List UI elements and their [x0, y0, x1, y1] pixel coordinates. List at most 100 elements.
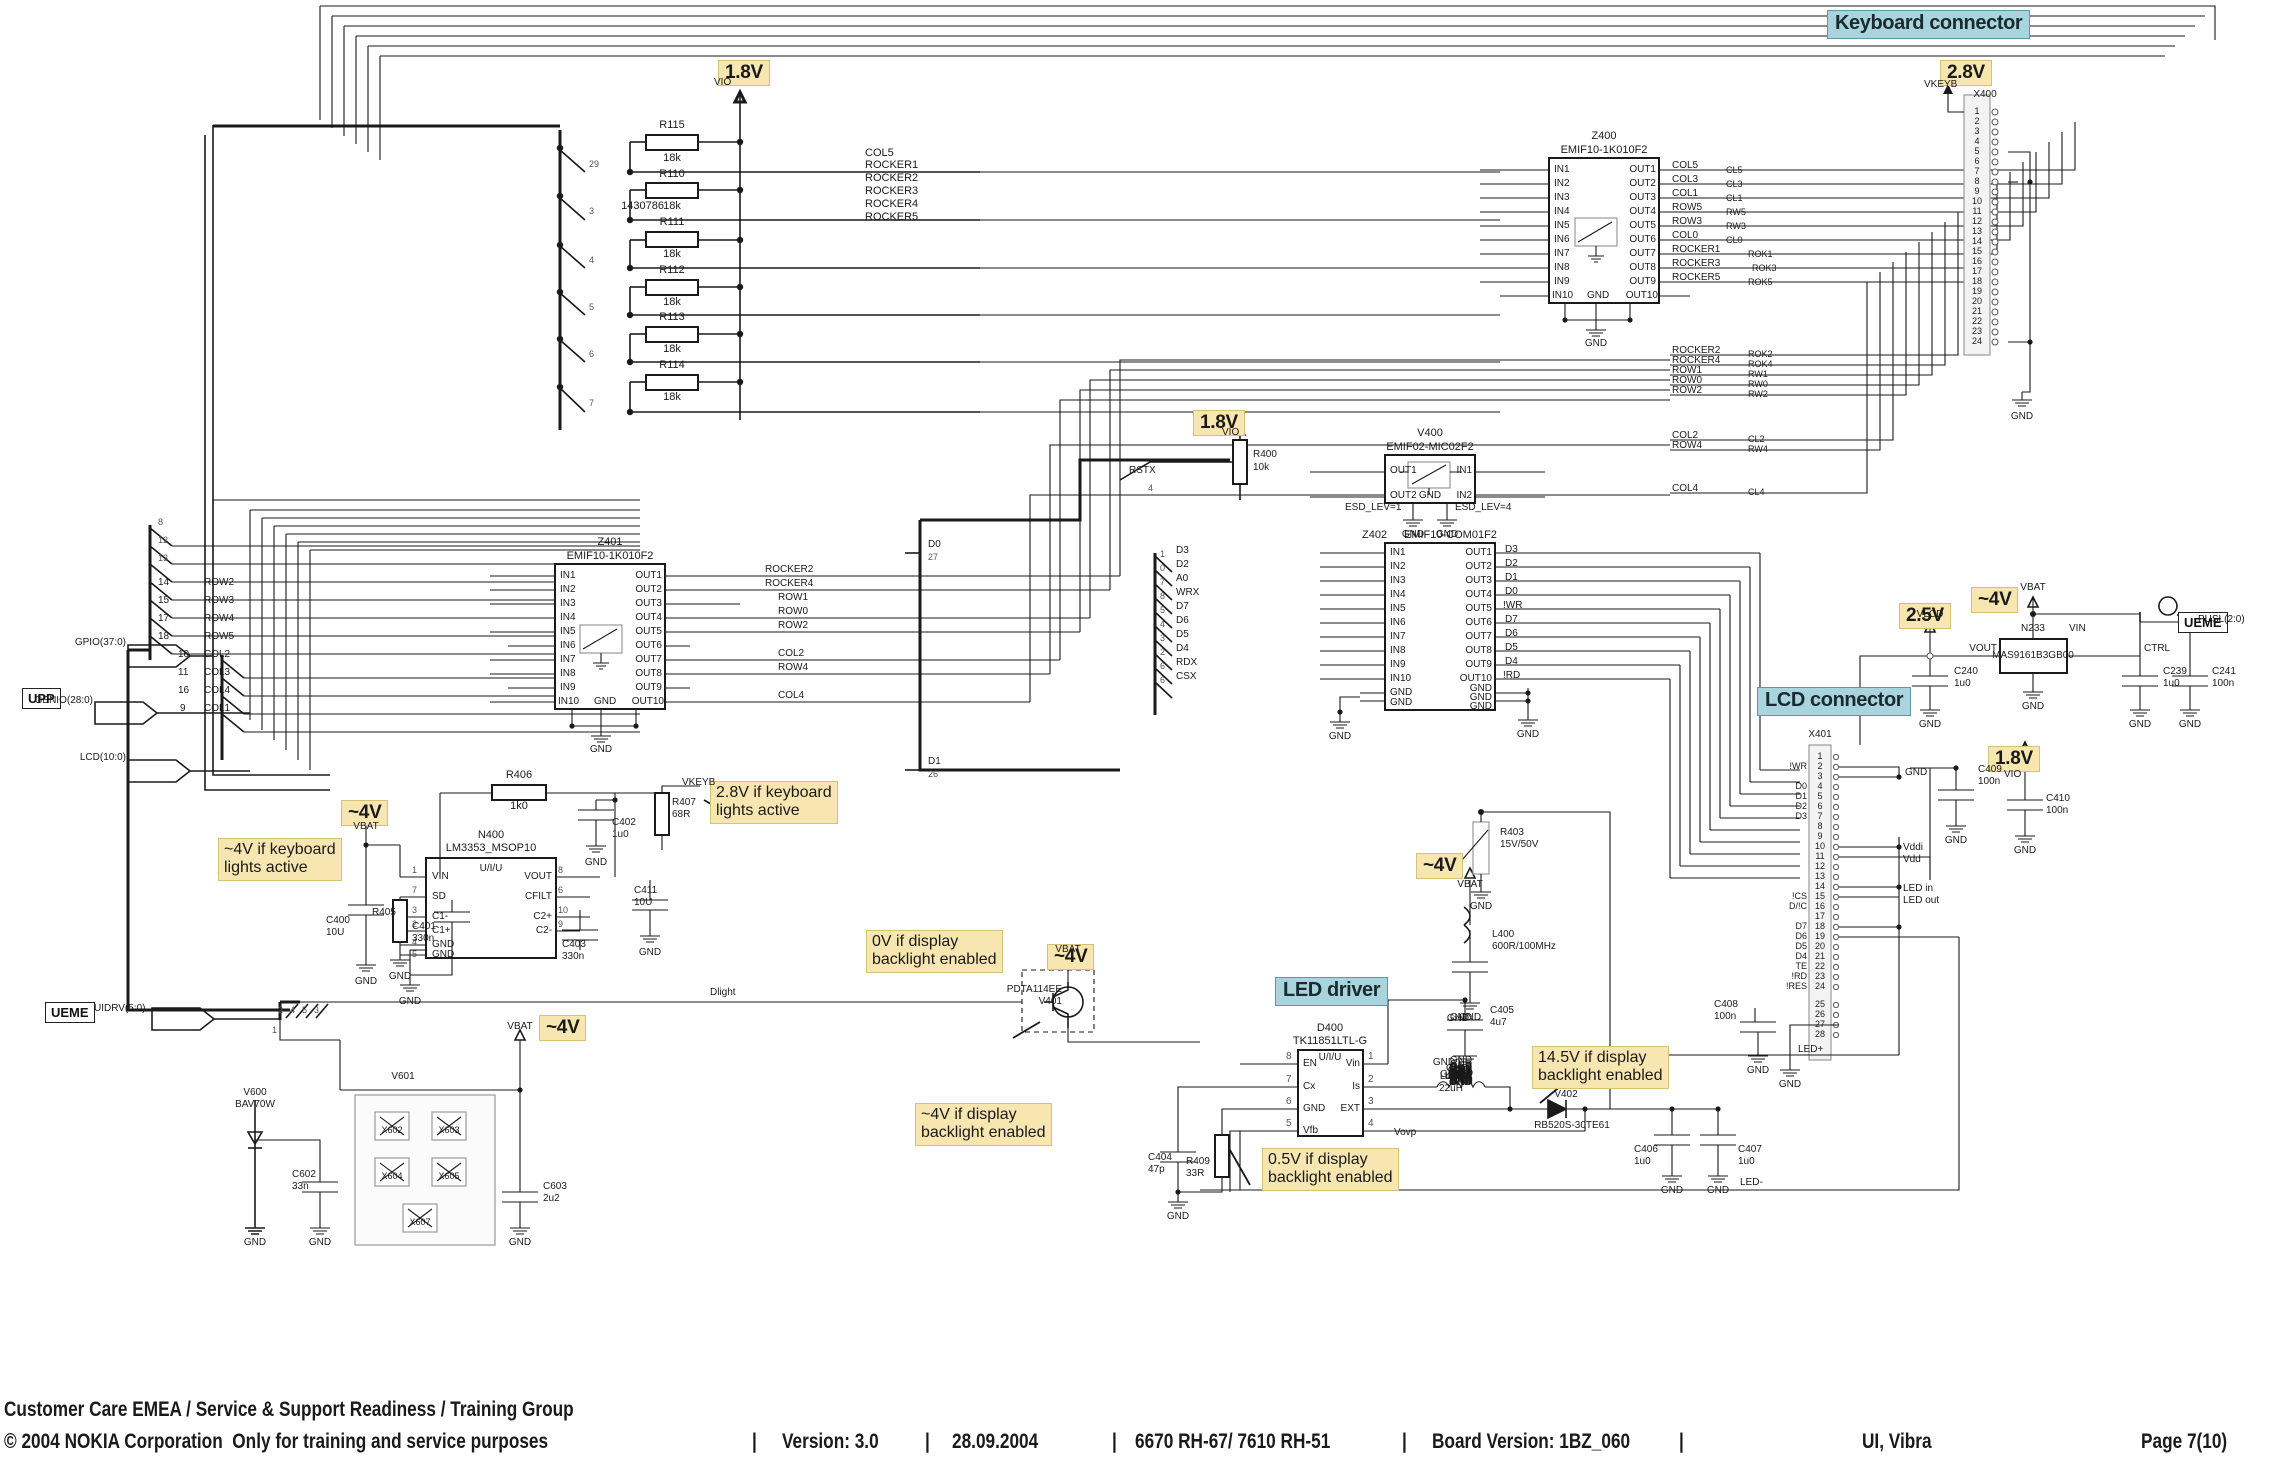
- x400-pin-23: 23: [1971, 326, 1983, 336]
- z401-pin-out7: OUT7: [635, 654, 662, 665]
- z402-in-pin-3: 8: [1160, 591, 1166, 601]
- z400-pin-out5: OUT5: [1629, 220, 1656, 231]
- x401-pin-1: 1: [1817, 751, 1823, 761]
- d400-topology: U/I/U: [1318, 1052, 1342, 1063]
- switch-x605[interactable]: X605: [438, 1172, 459, 1181]
- voltage-note-vbat-n233: ~4V: [1971, 587, 2019, 614]
- port-ueme-left[interactable]: UEME: [45, 1002, 95, 1023]
- callout-backlight-4v: ~4V if display backlight enabled: [915, 1103, 1052, 1146]
- resistor-value-r112: 18k: [663, 296, 681, 308]
- z400x-sig-r-4: RW2: [1748, 389, 1768, 399]
- resistor-value-r115: 18k: [663, 152, 681, 164]
- label-lcd-bus: LCD(10:0): [79, 752, 126, 763]
- c405b-gnd: GND: [1458, 1012, 1482, 1023]
- c409-value: 100n: [1978, 776, 2001, 787]
- x401-pin-25: 25: [1814, 999, 1826, 1009]
- footer-line1: Customer Care EMEA / Service & Support R…: [4, 1398, 574, 1421]
- x401-pin-15: 15: [1814, 891, 1826, 901]
- c603-gnd: GND: [508, 1237, 532, 1248]
- x400-pin-7: 7: [1974, 166, 1980, 176]
- z401-pin-out4: OUT4: [635, 612, 662, 623]
- resistor-value-r110: 18k: [663, 200, 681, 212]
- x401-vddi-label: Vddi: [1903, 842, 1924, 853]
- x400-pin-13: 13: [1971, 226, 1983, 236]
- z401-in-pin-13: 13: [158, 553, 169, 563]
- z401-in-name-col3: COL3: [204, 667, 231, 678]
- v400-esd-lev-1: ESD_LEV=1: [1345, 502, 1402, 513]
- x400-pin-1: 1: [1974, 106, 1980, 116]
- switch-x604[interactable]: X604: [381, 1172, 402, 1181]
- c403-ref: C403: [562, 939, 586, 950]
- x400-pin-5: 5: [1974, 146, 1980, 156]
- x401-name-20: D5: [1795, 941, 1807, 951]
- lcd-connector-title: LCD connector: [1757, 687, 1912, 716]
- z402-out-net-6: D6: [1505, 628, 1518, 639]
- x401-pin-18: 18: [1814, 921, 1826, 931]
- c401-ref: C401: [412, 921, 436, 932]
- z400-sig-l-4: ROW3: [1672, 216, 1702, 227]
- led-driver-title: LED driver: [1275, 977, 1389, 1006]
- n400-gnd: GND: [398, 996, 422, 1007]
- z402-in-name-7: D4: [1176, 643, 1189, 654]
- z401-pin-in5: IN5: [560, 626, 576, 637]
- z401-pin-in8: IN8: [560, 668, 576, 679]
- z401-pin-in1: IN1: [560, 570, 576, 581]
- c406-gnd: GND: [1660, 1185, 1684, 1196]
- x401-pin-2: 2: [1817, 761, 1823, 771]
- v401-part: PDTA114EE: [1006, 984, 1062, 995]
- c241-gnd: GND: [2178, 719, 2202, 730]
- z400-sig-r-8: ROK5: [1748, 277, 1773, 287]
- z400-sig-l-7: ROCKER3: [1672, 258, 1721, 269]
- z402-pin-in5: IN5: [1390, 603, 1406, 614]
- z400-sig-r-0: CL5: [1726, 165, 1743, 175]
- c403-value: 330n: [562, 951, 585, 962]
- z400-sig-r-7: ROK3: [1752, 263, 1777, 273]
- z402-in-name-4: D7: [1176, 601, 1189, 612]
- x401-name-18: D7: [1795, 921, 1807, 931]
- label-genio-bus: GENIO(28:0): [34, 695, 93, 706]
- x400-pin-9: 9: [1974, 186, 1980, 196]
- l401-ref-actual: L401: [1439, 1071, 1463, 1082]
- r403-gnd: GND: [1469, 901, 1493, 912]
- d400-pinnum-1: 1: [1368, 1051, 1374, 1062]
- d400-pin-is: Is: [1352, 1081, 1360, 1092]
- switch-x602[interactable]: X602: [381, 1126, 402, 1135]
- bus-label-rocker4: ROCKER4: [865, 198, 919, 210]
- z400x-sig-r-7: CL4: [1748, 487, 1765, 497]
- x401-pin-11: 11: [1815, 851, 1825, 861]
- n233-pin-vin: VIN: [2069, 623, 2086, 634]
- n400-pin-vout: VOUT: [524, 871, 552, 882]
- keypad-vbat-net: VBAT: [507, 1021, 533, 1032]
- x401-pin-27: 27: [1814, 1019, 1826, 1029]
- x401-pin-17: 17: [1814, 911, 1826, 921]
- z400-pin-out6: OUT6: [1629, 234, 1656, 245]
- z400-ref: Z400: [1591, 130, 1617, 142]
- x400-pin-10: 10: [1971, 196, 1983, 206]
- resistor-ref-r114: R114: [659, 359, 685, 371]
- x400-pin-19: 19: [1971, 286, 1983, 296]
- z401-part: EMIF10-1K010F2: [566, 550, 654, 562]
- c410-value: 100n: [2046, 805, 2069, 816]
- n400-pinnum-1: 1: [412, 865, 418, 875]
- switch-x603[interactable]: X603: [438, 1126, 459, 1135]
- v400-part: EMIF02-MIC02F2: [1386, 441, 1474, 453]
- resistor-ref-r113: R113: [659, 311, 685, 323]
- n233-part: MAS9161B3GB00: [1992, 650, 2074, 661]
- z400x-sig-l-7: COL4: [1672, 483, 1699, 494]
- d400-pinnum-2: 2: [1368, 1074, 1374, 1085]
- z402-pin-in9: IN9: [1390, 659, 1406, 670]
- resistor-ref-r111: R111: [659, 216, 685, 228]
- z401-pin-in9: IN9: [560, 682, 576, 693]
- n233-vin-net: VBAT: [2020, 582, 2046, 593]
- resistor-ref-r110: R110: [659, 168, 685, 180]
- x401-pin-20: 20: [1814, 941, 1826, 951]
- d400-pinnum-6: 6: [1286, 1096, 1292, 1107]
- z401-in-name-col2: COL2: [204, 649, 231, 660]
- z401-in-pin-14: 14: [158, 577, 170, 588]
- n400-vkeyb-net: VKEYB: [682, 777, 716, 788]
- x401-name-23: !RD: [1791, 971, 1808, 981]
- switch-x607[interactable]: X607: [409, 1218, 430, 1227]
- net-vio-top: VIO: [714, 77, 732, 88]
- bus-label-rocker3: ROCKER3: [865, 185, 919, 197]
- callout-backlight-05v: 0.5V if display backlight enabled: [1262, 1148, 1399, 1191]
